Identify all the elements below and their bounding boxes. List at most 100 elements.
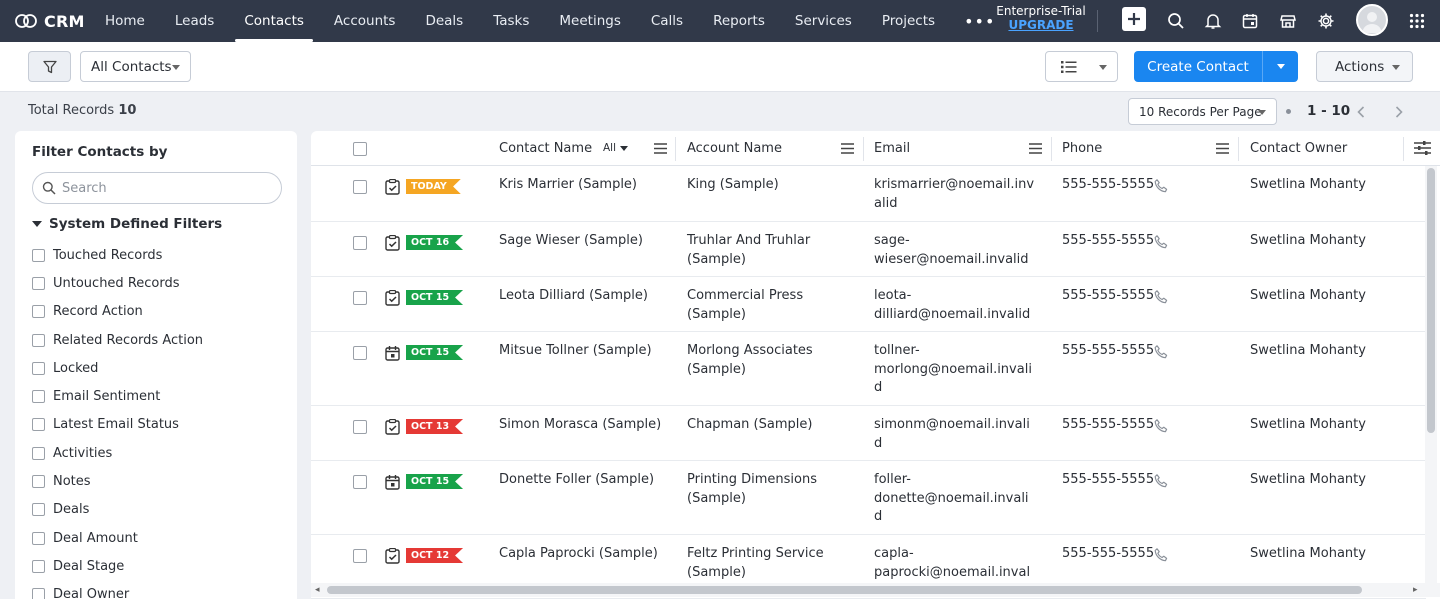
row-checkbox[interactable]: [353, 236, 367, 250]
filter-search-input[interactable]: [62, 180, 262, 196]
filter-checkbox[interactable]: [32, 503, 45, 517]
account-name-line[interactable]: (Sample): [687, 564, 862, 583]
account-name-line[interactable]: (Sample): [687, 361, 862, 380]
filter-item[interactable]: Deals: [32, 496, 203, 524]
task-icon[interactable]: [385, 418, 400, 435]
row-checkbox[interactable]: [353, 180, 367, 194]
filter-item[interactable]: Related Records Action: [32, 326, 203, 354]
nav-item-meetings[interactable]: Meetings: [544, 0, 635, 42]
email-line[interactable]: d: [874, 379, 1039, 398]
account-name-cell[interactable]: Commercial Press (Sample): [687, 287, 862, 324]
nav-item-home[interactable]: Home: [90, 0, 160, 42]
custom-view-select[interactable]: All Contacts: [80, 51, 191, 82]
nav-item-projects[interactable]: Projects: [867, 0, 950, 42]
contact-name-filter[interactable]: All: [603, 142, 629, 154]
phone-number[interactable]: 555-555-5555: [1062, 545, 1154, 564]
brand[interactable]: CRM: [14, 12, 90, 31]
nav-item-leads[interactable]: Leads: [160, 0, 229, 42]
account-name-cell[interactable]: Morlong Associates (Sample): [687, 342, 862, 379]
notifications-button[interactable]: [1200, 8, 1226, 34]
task-icon[interactable]: [385, 289, 400, 306]
contact-name-link[interactable]: Capla Paprocki (Sample): [499, 545, 658, 564]
email-cell[interactable]: krismarrier@noemail.inv alid: [874, 176, 1039, 213]
filter-checkbox[interactable]: [32, 418, 45, 432]
email-line[interactable]: alid: [874, 195, 1039, 214]
contact-name-link[interactable]: Sage Wieser (Sample): [499, 232, 643, 251]
filter-checkbox[interactable]: [32, 248, 45, 262]
row-checkbox[interactable]: [353, 475, 367, 489]
row-checkbox[interactable]: [353, 549, 367, 563]
email-cell[interactable]: simonm@noemail.invali d: [874, 416, 1039, 453]
column-menu-icon[interactable]: [1216, 143, 1229, 154]
account-name-line[interactable]: Truhlar And Truhlar: [687, 232, 862, 251]
table-row[interactable]: OCT 13 Simon Morasca (Sample) Chapman (Sam…: [311, 406, 1426, 461]
email-line[interactable]: wieser@noemail.invalid: [874, 251, 1039, 270]
email-cell[interactable]: tollner-morlong@noemail.invali d: [874, 342, 1039, 398]
phone-icon[interactable]: [1153, 289, 1169, 305]
nav-item-reports[interactable]: Reports: [698, 0, 780, 42]
email-line[interactable]: simonm@noemail.invali: [874, 416, 1039, 435]
filter-item[interactable]: Untouched Records: [32, 269, 203, 297]
contact-name-link[interactable]: Donette Foller (Sample): [499, 471, 654, 490]
table-row[interactable]: OCT 15 Mitsue Tollner (Sample) Morlong Ass…: [311, 332, 1426, 406]
phone-icon[interactable]: [1153, 234, 1169, 250]
vertical-scrollbar[interactable]: [1425, 166, 1437, 583]
nav-item-accounts[interactable]: Accounts: [319, 0, 411, 42]
account-name-line[interactable]: Chapman (Sample): [687, 416, 862, 435]
email-line[interactable]: sage-: [874, 232, 1039, 251]
account-name-cell[interactable]: Printing Dimensions (Sample): [687, 471, 862, 508]
email-line[interactable]: krismarrier@noemail.inv: [874, 176, 1039, 195]
account-name-cell[interactable]: Chapman (Sample): [687, 416, 862, 435]
email-line[interactable]: donette@noemail.invali: [874, 490, 1039, 509]
task-icon[interactable]: [385, 234, 400, 251]
column-header-contact-owner[interactable]: Contact Owner: [1250, 131, 1347, 166]
account-name-line[interactable]: Morlong Associates: [687, 342, 862, 361]
account-name-line[interactable]: (Sample): [687, 251, 862, 270]
email-line[interactable]: capla-: [874, 545, 1039, 564]
account-name-cell[interactable]: Feltz Printing Service (Sample): [687, 545, 862, 582]
filter-item[interactable]: Deal Amount: [32, 524, 203, 552]
nav-item-tasks[interactable]: Tasks: [478, 0, 544, 42]
filter-checkbox[interactable]: [32, 390, 45, 404]
contact-name-link[interactable]: Kris Marrier (Sample): [499, 176, 637, 195]
scroll-left-icon[interactable]: ◂: [315, 585, 320, 595]
row-checkbox[interactable]: [353, 420, 367, 434]
column-menu-icon[interactable]: [1029, 143, 1042, 154]
avatar[interactable]: [1356, 4, 1388, 36]
table-row[interactable]: OCT 15 Leota Dilliard (Sample) Commercial …: [311, 277, 1426, 332]
email-line[interactable]: dilliard@noemail.invalid: [874, 306, 1039, 325]
email-line[interactable]: d: [874, 435, 1039, 454]
marketplace-button[interactable]: [1275, 8, 1301, 34]
list-view-switcher[interactable]: [1045, 51, 1118, 82]
quick-create-button[interactable]: [1122, 7, 1146, 31]
column-header-contact-name[interactable]: Contact Name: [499, 131, 592, 166]
filter-checkbox[interactable]: [32, 276, 45, 290]
phone-number[interactable]: 555-555-5555: [1062, 232, 1154, 251]
filter-item[interactable]: Email Sentiment: [32, 382, 203, 410]
phone-icon[interactable]: [1153, 418, 1169, 434]
scroll-right-icon[interactable]: ▸: [1413, 585, 1418, 595]
phone-number[interactable]: 555-555-5555: [1062, 287, 1154, 306]
filter-search[interactable]: [32, 172, 282, 204]
email-line[interactable]: tollner-: [874, 342, 1039, 361]
email-cell[interactable]: capla-paprocki@noemail.inval: [874, 545, 1039, 582]
filter-checkbox[interactable]: [32, 333, 45, 347]
account-name-line[interactable]: Commercial Press (Sample): [687, 287, 862, 324]
filter-toggle-button[interactable]: [28, 51, 71, 82]
filter-checkbox[interactable]: [32, 559, 45, 573]
upgrade-link[interactable]: UPGRADE: [990, 18, 1092, 32]
table-row[interactable]: TODAY Kris Marrier (Sample) King (Sample) k…: [311, 166, 1426, 222]
next-page-button[interactable]: [1392, 104, 1406, 120]
task-icon[interactable]: [385, 547, 400, 564]
email-line[interactable]: d: [874, 508, 1039, 527]
horizontal-scrollbar[interactable]: ◂ ▸: [311, 583, 1440, 597]
filter-checkbox[interactable]: [32, 446, 45, 460]
nav-item-contacts[interactable]: Contacts: [229, 0, 319, 42]
filter-item[interactable]: Notes: [32, 467, 203, 495]
create-contact-button[interactable]: Create Contact: [1134, 51, 1262, 82]
task-icon[interactable]: [385, 178, 400, 195]
column-menu-icon[interactable]: [841, 143, 854, 154]
account-name-line[interactable]: (Sample): [687, 490, 862, 509]
column-menu-icon[interactable]: [654, 143, 667, 154]
row-checkbox[interactable]: [353, 291, 367, 305]
